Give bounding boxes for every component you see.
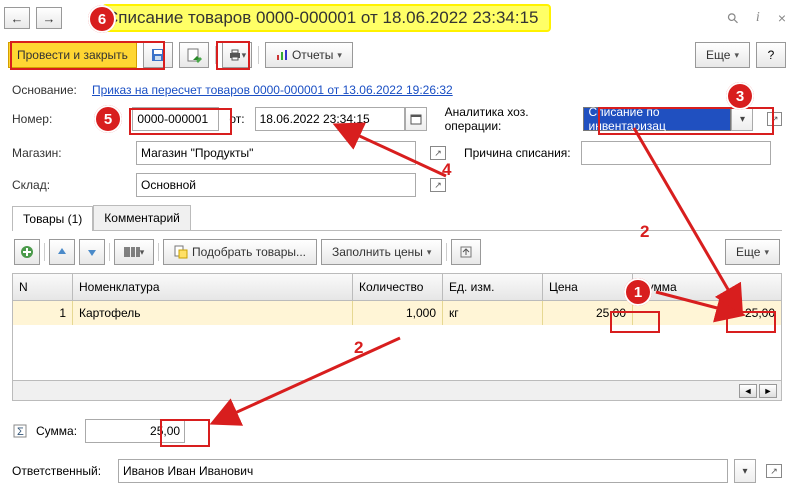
responsible-open-icon[interactable]: ↗ [766, 464, 782, 478]
chart-icon [276, 49, 288, 61]
cell-n: 1 [13, 301, 73, 325]
scroll-right-icon[interactable]: ► [759, 384, 777, 398]
move-up-button[interactable] [49, 239, 75, 265]
basis-label: Основание: [12, 83, 82, 97]
annotation-box-price [610, 311, 660, 333]
col-n[interactable]: N [13, 274, 73, 300]
shop-label: Магазин: [12, 146, 82, 160]
col-price[interactable]: Цена [543, 274, 633, 300]
barcode-dropdown[interactable] [114, 239, 154, 265]
help-icon[interactable]: i [756, 10, 760, 26]
plus-icon [20, 245, 34, 259]
help-button[interactable]: ? [756, 42, 786, 68]
window-title: Списание товаров 0000-000001 от 18.06.20… [102, 4, 551, 32]
grid-header: N Номенклатура Количество Ед. изм. Цена … [12, 273, 782, 301]
annotation-box-number [129, 108, 232, 135]
reason-input[interactable] [581, 141, 771, 165]
titlebar: ← → Списание товаров 0000-000001 от 18.0… [0, 0, 794, 36]
shop-input[interactable]: Магазин "Продукты" [136, 141, 416, 165]
nav-forward-button[interactable]: → [36, 7, 62, 29]
pick-goods-button[interactable]: Подобрать товары... [163, 239, 317, 265]
col-qty[interactable]: Количество [353, 274, 443, 300]
grid-scrollbar[interactable]: ◄ ► [12, 381, 782, 401]
arrow-down-icon [86, 246, 98, 258]
pick-icon [174, 245, 188, 259]
nav-back-button[interactable]: ← [4, 7, 30, 29]
link-icon[interactable]: ⚲ [723, 8, 742, 27]
analytic-label: Аналитика хоз. операции: [445, 105, 574, 133]
reports-dropdown[interactable]: Отчеты [265, 42, 353, 68]
calendar-icon[interactable] [405, 107, 427, 131]
arrow-up-icon [56, 246, 68, 258]
shop-open-icon[interactable]: ↗ [430, 146, 446, 160]
fill-prices-dropdown[interactable]: Заполнить цены [321, 239, 442, 265]
table-row[interactable]: 1 Картофель 1,000 кг 25,00 25,00 [13, 301, 781, 325]
number-label: Номер: [12, 112, 82, 126]
move-down-button[interactable] [79, 239, 105, 265]
responsible-label: Ответственный: [12, 464, 112, 478]
close-icon[interactable]: × [778, 10, 786, 26]
cell-qty: 1,000 [353, 301, 443, 325]
window-controls: ⚲ i × [728, 10, 786, 27]
basis-link[interactable]: Приказ на пересчет товаров 0000-000001 о… [92, 83, 453, 97]
col-sum[interactable]: Сумма [633, 274, 781, 300]
annotation-box-sum [160, 419, 210, 447]
cell-nomen: Картофель [73, 301, 353, 325]
grid-body[interactable]: 1 Картофель 1,000 кг 25,00 25,00 [12, 301, 782, 381]
cell-unit: кг [443, 301, 543, 325]
annotation-box-sumcell [726, 311, 776, 333]
barcode-icon [124, 245, 140, 259]
annotation-box-postbtn [216, 41, 250, 70]
warehouse-open-icon[interactable]: ↗ [430, 178, 446, 192]
more-dropdown[interactable]: Еще [695, 42, 750, 68]
col-nomen[interactable]: Номенклатура [73, 274, 353, 300]
annotation-box-analytic [598, 107, 774, 135]
grid-more-dropdown[interactable]: Еще [725, 239, 780, 265]
sum-label: Сумма: [36, 424, 77, 438]
scroll-left-icon[interactable]: ◄ [739, 384, 757, 398]
date-input[interactable]: 18.06.2022 23:34:15 [255, 107, 405, 131]
responsible-dropdown-icon[interactable]: ▾ [734, 459, 756, 483]
warehouse-input[interactable]: Основной [136, 173, 416, 197]
col-unit[interactable]: Ед. изм. [443, 274, 543, 300]
expand-icon [459, 245, 473, 259]
post-icon [186, 47, 202, 63]
annotation-box-postclose [10, 41, 165, 70]
reason-label: Причина списания: [464, 146, 571, 160]
svg-text:Σ: Σ [17, 426, 24, 438]
tab-goods[interactable]: Товары (1) [12, 206, 93, 231]
responsible-input[interactable]: Иванов Иван Иванович [118, 459, 728, 483]
tab-comment[interactable]: Комментарий [93, 205, 191, 230]
sum-icon: Σ [12, 423, 28, 439]
post-button[interactable] [179, 42, 209, 68]
expand-button[interactable] [451, 239, 481, 265]
add-row-button[interactable] [14, 239, 40, 265]
warehouse-label: Склад: [12, 178, 82, 192]
